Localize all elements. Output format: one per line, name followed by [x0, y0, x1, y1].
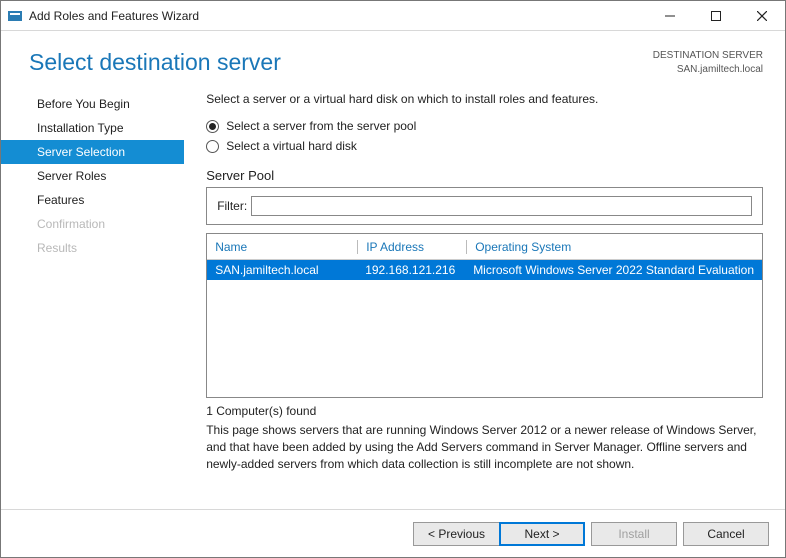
maximize-button[interactable] [693, 1, 739, 31]
radio-icon [206, 120, 219, 133]
next-button[interactable]: Next > [499, 522, 585, 546]
filter-input[interactable] [251, 196, 752, 216]
cancel-button[interactable]: Cancel [683, 522, 769, 546]
step-server-roles[interactable]: Server Roles [1, 164, 184, 188]
radio-icon [206, 140, 219, 153]
server-table: Name IP Address Operating System SAN.jam… [206, 233, 763, 398]
footer: < Previous Next > Install Cancel [1, 509, 785, 557]
wizard-window: Add Roles and Features Wizard Select des… [0, 0, 786, 558]
intro-text: Select a server or a virtual hard disk o… [206, 92, 763, 106]
step-results: Results [1, 236, 184, 260]
install-button: Install [591, 522, 677, 546]
page-title: Select destination server [29, 49, 653, 76]
table-header: Name IP Address Operating System [207, 234, 762, 260]
cell-os: Microsoft Windows Server 2022 Standard E… [465, 263, 762, 277]
main-content: Select a server or a virtual hard disk o… [184, 88, 785, 509]
radio-vhd[interactable]: Select a virtual hard disk [206, 139, 763, 153]
wizard-steps: Before You Begin Installation Type Serve… [1, 88, 184, 509]
header: Select destination server DESTINATION SE… [1, 31, 785, 88]
page-description: This page shows servers that are running… [206, 422, 763, 472]
filter-label: Filter: [217, 199, 247, 213]
col-ip[interactable]: IP Address [358, 240, 466, 254]
step-confirmation: Confirmation [1, 212, 184, 236]
radio-server-pool[interactable]: Select a server from the server pool [206, 119, 763, 133]
filter-box: Filter: [206, 187, 763, 225]
nav-button-pair: < Previous Next > [413, 522, 585, 546]
close-button[interactable] [739, 1, 785, 31]
minimize-button[interactable] [647, 1, 693, 31]
radio-label: Select a virtual hard disk [226, 139, 357, 153]
cell-ip: 192.168.121.216 [357, 263, 465, 277]
destination-label: DESTINATION SERVER [653, 49, 763, 63]
radio-label: Select a server from the server pool [226, 119, 416, 133]
destination-info: DESTINATION SERVER SAN.jamiltech.local [653, 49, 763, 76]
destination-value: SAN.jamiltech.local [653, 63, 763, 77]
step-features[interactable]: Features [1, 188, 184, 212]
step-before-you-begin[interactable]: Before You Begin [1, 92, 184, 116]
server-pool-label: Server Pool [206, 168, 763, 183]
app-icon [7, 8, 23, 24]
col-name[interactable]: Name [207, 240, 357, 254]
step-installation-type[interactable]: Installation Type [1, 116, 184, 140]
table-row[interactable]: SAN.jamiltech.local 192.168.121.216 Micr… [207, 260, 762, 280]
window-title: Add Roles and Features Wizard [29, 9, 647, 23]
previous-button[interactable]: < Previous [413, 522, 499, 546]
step-server-selection[interactable]: Server Selection [1, 140, 184, 164]
computers-found: 1 Computer(s) found [206, 404, 763, 418]
titlebar: Add Roles and Features Wizard [1, 1, 785, 31]
col-os[interactable]: Operating System [467, 240, 762, 254]
cell-name: SAN.jamiltech.local [207, 263, 357, 277]
